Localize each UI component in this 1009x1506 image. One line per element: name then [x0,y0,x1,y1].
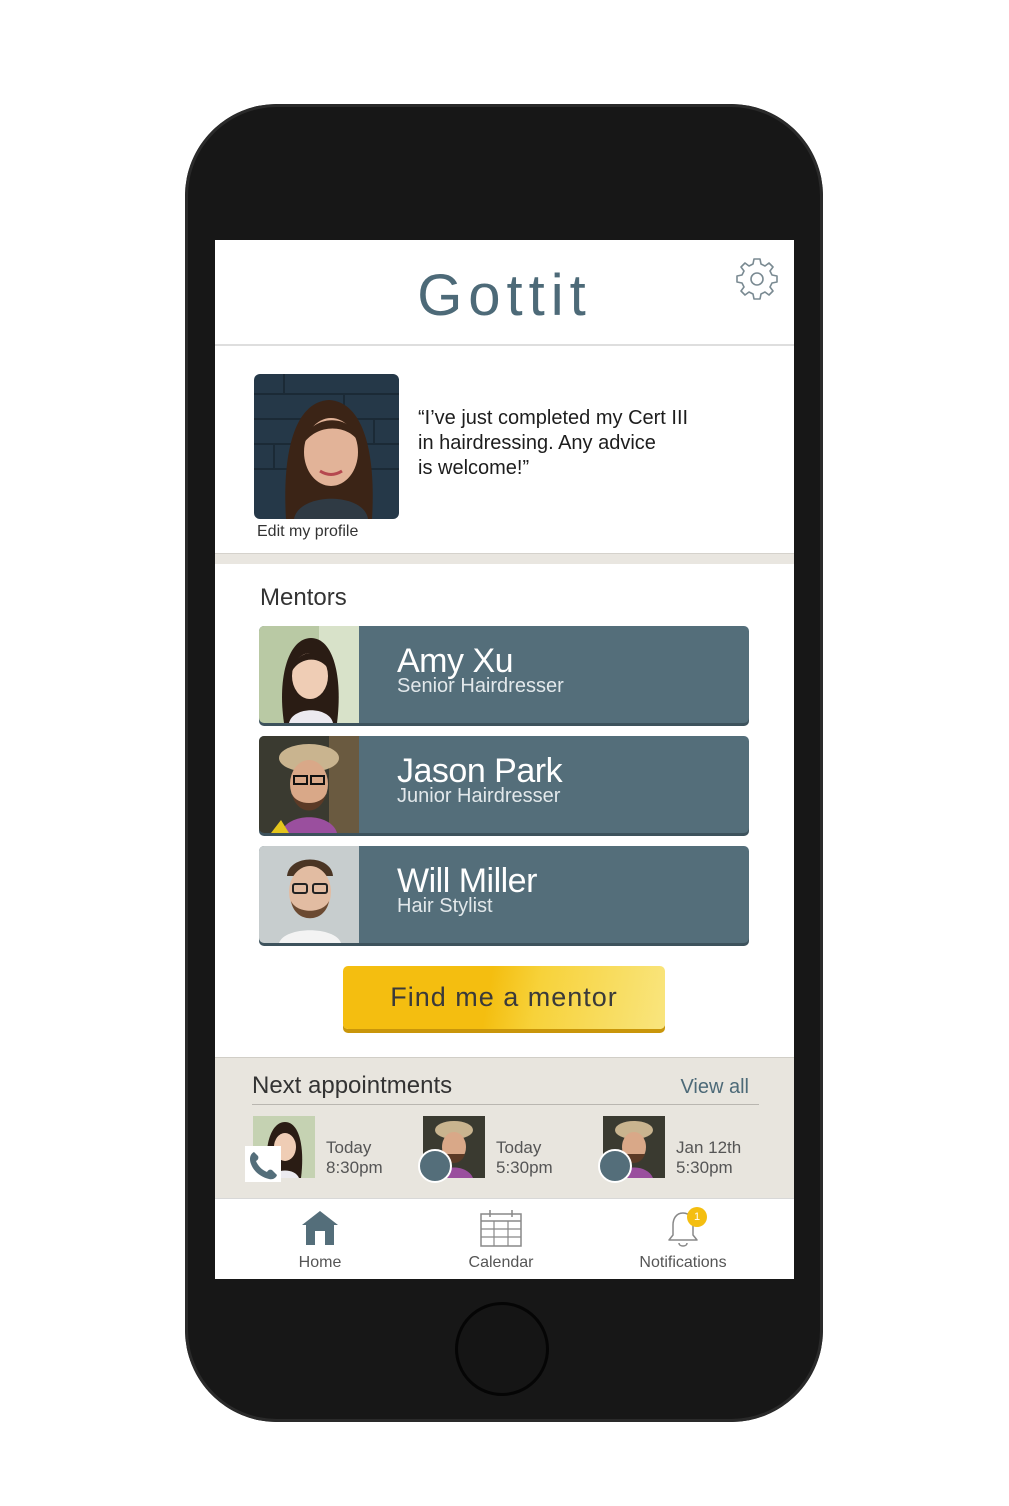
appointment-item[interactable]: Jan 12th 5:30pm [598,1116,763,1186]
appointment-item[interactable]: Today 8:30pm [245,1116,413,1186]
profile-quote: “I’ve just completed my Cert III in hair… [418,407,689,479]
tab-calendar-label: Calendar [468,1254,534,1271]
mentor-card[interactable]: Will Miller Hair Stylist [259,846,749,943]
tab-home[interactable]: Home [230,1199,410,1279]
tab-home-label: Home [298,1254,342,1271]
appointment-time: 5:30pm [496,1158,553,1177]
appointment-time: 8:30pm [326,1158,383,1177]
appointment-time: 5:30pm [676,1158,733,1177]
mentor-avatar [259,846,359,943]
view-all-link[interactable]: View all [680,1076,749,1099]
appointment-day: Jan 12th [676,1138,742,1157]
app-screen: Gottit Edit my profile “I’ve just comple… [215,240,794,1279]
tab-calendar[interactable]: Calendar [411,1199,591,1279]
edit-profile-link[interactable]: Edit my profile [257,523,358,541]
appointments-section: Next appointments View all Today 8:30pm [215,1057,794,1198]
calendar-icon [480,1210,522,1247]
home-icon [302,1211,338,1245]
phone-icon [245,1146,281,1182]
appointment-item[interactable]: Today 5:30pm [418,1116,583,1186]
mentor-role: Senior Hairdresser [397,675,564,697]
mentor-role: Hair Stylist [397,895,493,917]
mentor-avatar [259,736,359,833]
bottom-tab-bar: Home Calendar 1 Notifications [215,1198,794,1279]
tab-notifications-label: Notifications [639,1254,727,1271]
profile-section: Edit my profile “I’ve just completed my … [215,346,794,554]
app-logo: Gottit [417,263,592,328]
chat-icon [418,1149,452,1183]
app-header: Gottit [215,240,794,346]
find-mentor-label: Find me a mentor [390,982,618,1012]
mentor-role: Junior Hairdresser [397,785,561,807]
mentor-card[interactable]: Amy Xu Senior Hairdresser [259,626,749,723]
appointments-divider [252,1104,759,1105]
notification-badge: 1 [687,1207,707,1227]
chat-icon [598,1149,632,1183]
appointments-heading: Next appointments [252,1072,453,1099]
phone-home-button[interactable] [455,1302,549,1396]
mentor-avatar [259,626,359,723]
profile-avatar[interactable] [254,374,399,519]
mentors-heading: Mentors [260,584,347,611]
appointment-day: Today [326,1138,372,1157]
section-divider [215,553,794,564]
appointment-day: Today [496,1138,542,1157]
find-mentor-button[interactable]: Find me a mentor [343,966,665,1029]
mentor-card[interactable]: Jason Park Junior Hairdresser [259,736,749,833]
tab-notifications[interactable]: 1 Notifications [593,1199,773,1279]
gear-icon[interactable] [734,256,780,302]
